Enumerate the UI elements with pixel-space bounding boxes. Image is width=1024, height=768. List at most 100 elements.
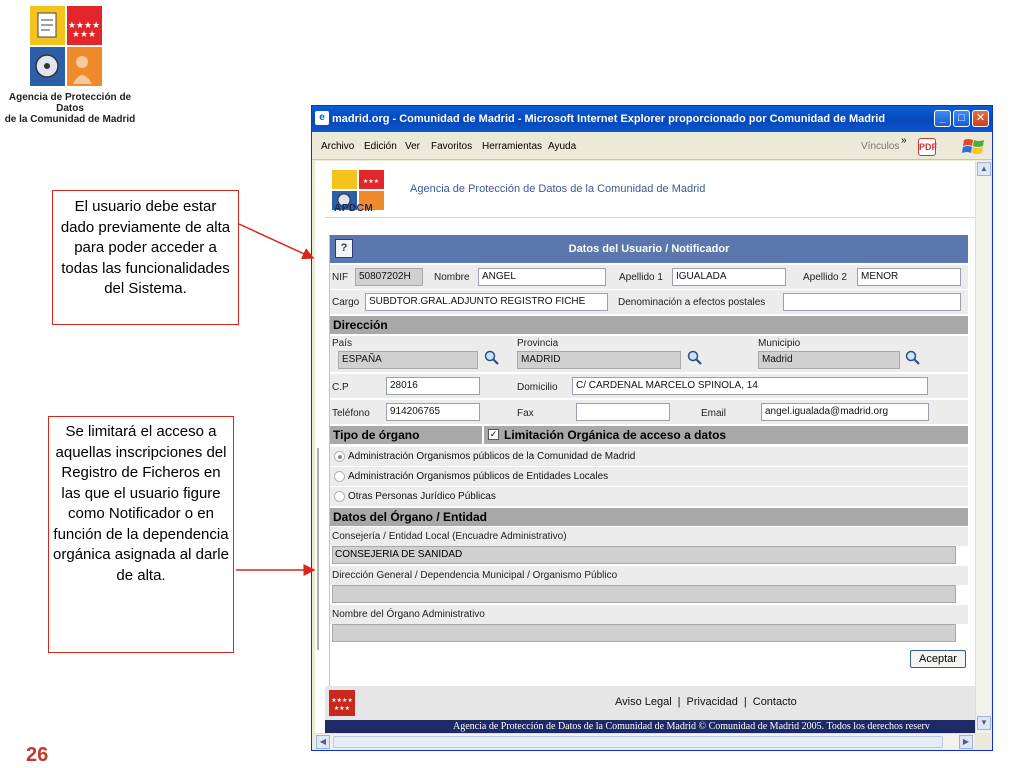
municipio-label: Municipio [758,338,801,349]
callout-user-registration: El usuario debe estar dado previamente d… [52,190,239,325]
maximize-button[interactable]: □ [953,110,970,127]
pais-field[interactable]: ESPAÑA [338,351,478,369]
help-icon[interactable]: ? [335,239,353,258]
direccion-general-field[interactable] [332,585,956,603]
scroll-up-icon[interactable]: ▲ [977,162,991,176]
consejeria-label: Consejería / Entidad Local (Encuadre Adm… [330,527,968,546]
search-icon[interactable] [687,350,703,366]
identity-row: NIF 50807202H Nombre ANGEL Apellido 1 IG… [330,265,968,289]
accept-button[interactable]: Aceptar [910,650,966,668]
privacidad-link[interactable]: Privacidad [687,696,738,708]
agency-logo-icon: ★★★★ ★★★ [30,6,102,86]
menu-favoritos[interactable]: Favoritos [431,141,472,152]
comunidad-madrid-logo-icon: ★★★★ ★★★ [329,690,355,716]
domicilio-field[interactable]: C/ CARDENAL MARCELO SPINOLA, 14 [572,377,928,395]
apdcm-label: APDCM [334,203,374,214]
limitacion-checkbox[interactable]: ✓ [488,429,499,440]
chevron-icon[interactable]: » [901,135,907,146]
menu-herramientas[interactable]: Herramientas [482,141,542,152]
provincia-field[interactable]: MADRID [517,351,681,369]
cargo-row: Cargo SUBDTOR.GRAL.ADJUNTO REGISTRO FICH… [330,290,968,314]
direccion-section: Dirección [330,316,968,334]
menu-bar: Archivo Edición Ver Favoritos Herramient… [312,132,992,160]
footer-separator: | [743,696,747,708]
pdf-icon[interactable]: PDF [918,138,937,156]
form-header: Datos del Usuario / Notificador ? [330,235,968,263]
scroll-down-icon[interactable]: ▼ [977,716,991,730]
tipo-organo-option[interactable]: Administración Organismos públicos de la… [330,447,968,466]
menu-archivo[interactable]: Archivo [321,141,354,152]
organo-section: Datos del Órgano / Entidad [330,508,968,526]
denominacion-label: Denominación a efectos postales [618,297,766,308]
domicilio-label: Domicilio [517,382,558,393]
scroll-right-icon[interactable]: ▶ [959,735,973,749]
menu-ayuda[interactable]: Ayuda [548,141,576,152]
svg-text:★★★: ★★★ [363,178,379,185]
copyright-bar: Agencia de Protección de Datos de la Com… [325,720,975,733]
nif-label: NIF [332,272,349,283]
radio-button-selected[interactable] [334,451,345,462]
nombre-organo-label: Nombre del Órgano Administrativo [330,605,968,624]
apellido1-field[interactable]: IGUALADA [672,268,786,286]
search-icon[interactable] [484,350,500,366]
radio-button[interactable] [334,491,345,502]
telefono-label: Teléfono [332,408,370,419]
links-toolbar-label[interactable]: Vínculos [861,141,899,152]
logo-caption-line-2: de la Comunidad de Madrid [4,114,136,125]
address-row: C.P 28016 Domicilio C/ CARDENAL MARCELO … [330,374,968,398]
scroll-left-icon[interactable]: ◀ [316,735,330,749]
menu-ver[interactable]: Ver [405,141,420,152]
fax-label: Fax [517,408,534,419]
tipo-organo-option[interactable]: Administración Organismos públicos de En… [330,467,968,486]
menu-edicion[interactable]: Edición [364,141,397,152]
nif-field[interactable]: 50807202H [355,268,423,286]
email-field[interactable]: angel.igualada@madrid.org [761,403,929,421]
svg-text:★★★: ★★★ [334,705,350,712]
nombre-organo-field[interactable] [332,624,956,642]
radio-button[interactable] [334,471,345,482]
cargo-field[interactable]: SUBDTOR.GRAL.ADJUNTO REGISTRO FICHE [365,293,608,311]
denominacion-field[interactable] [783,293,961,311]
nombre-field[interactable]: ANGEL [478,268,606,286]
consejeria-field[interactable]: CONSEJERIA DE SANIDAD [332,546,956,564]
apellido1-label: Apellido 1 [619,272,663,283]
title-bar[interactable]: e madrid.org - Comunidad de Madrid - Mic… [312,106,992,132]
page-viewport: ★★★ APDCM Agencia de Protección de Datos… [315,161,975,733]
page-divider [325,217,975,218]
callout-access-limitation: Se limitará el acceso a aquellas inscrip… [48,416,234,653]
minimize-button[interactable]: _ [934,110,951,127]
svg-text:★★★★: ★★★★ [331,697,353,704]
callout-1-arrow [238,223,315,260]
apellido2-label: Apellido 2 [803,272,847,283]
window-title: madrid.org - Comunidad de Madrid - Micro… [332,113,886,125]
close-button[interactable]: ✕ [972,110,989,127]
page-footer: ★★★★ ★★★ Aviso Legal | Privacidad | Contacto [325,686,975,720]
search-icon[interactable] [905,350,921,366]
horizontal-scroll-thumb[interactable] [333,736,943,748]
telefono-field[interactable]: 914206765 [386,403,480,421]
cargo-label: Cargo [332,297,360,308]
tipo-organo-option-label: Otras Personas Jurídico Públicas [348,491,496,502]
cp-label: C.P [332,382,349,393]
ie-icon: e [315,111,329,125]
footer-links: Aviso Legal | Privacidad | Contacto [615,696,797,708]
svg-text:★★★: ★★★ [72,30,96,40]
contact-row: Teléfono 914206765 Fax Email angel.igual… [330,400,968,424]
municipio-field[interactable]: Madrid [758,351,900,369]
vertical-scrollbar[interactable]: ▲ ▼ [975,161,991,733]
agency-header: Agencia de Protección de Datos de la Com… [410,183,706,195]
pais-label: País [332,338,353,349]
direccion-general-label: Dirección General / Dependencia Municipa… [330,566,968,585]
user-form: Datos del Usuario / Notificador ? NIF 50… [329,235,968,691]
contacto-link[interactable]: Contacto [753,696,797,708]
cp-field[interactable]: 28016 [386,377,480,395]
windows-logo-icon [962,139,984,154]
aviso-legal-link[interactable]: Aviso Legal [615,696,672,708]
provincia-label: Provincia [517,338,559,349]
form-title: Datos del Usuario / Notificador [568,243,730,255]
tipo-organo-option[interactable]: Otras Personas Jurídico Públicas [330,487,968,506]
fax-field[interactable] [576,403,670,421]
apellido2-field[interactable]: MENOR [857,268,961,286]
tipo-organo-option-label: Administración Organismos públicos de En… [348,471,609,482]
horizontal-scrollbar[interactable]: ◀ ▶ [315,733,975,749]
